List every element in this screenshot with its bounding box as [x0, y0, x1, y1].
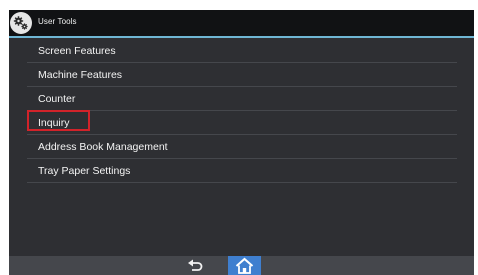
bottom-bar [9, 256, 474, 275]
menu-item-counter[interactable]: Counter [27, 87, 457, 111]
home-button[interactable] [228, 256, 261, 275]
home-icon [235, 257, 254, 274]
header-divider [9, 36, 474, 38]
menu-item-machine-features[interactable]: Machine Features [27, 63, 457, 87]
panel-screen: User Tools Screen Features Machine Featu… [9, 10, 474, 275]
menu-item-address-book-management[interactable]: Address Book Management [27, 135, 457, 159]
menu-item-tray-paper-settings[interactable]: Tray Paper Settings [27, 159, 457, 183]
menu-item-label: Machine Features [38, 68, 123, 81]
gear-icon [13, 16, 28, 30]
back-button[interactable] [183, 258, 207, 274]
menu-item-label: Tray Paper Settings [38, 164, 131, 177]
page-title: User Tools [38, 17, 77, 26]
menu-item-label: Counter [38, 92, 76, 105]
user-tools-menu: Screen Features Machine Features Counter… [27, 39, 457, 183]
menu-item-label: Address Book Management [38, 140, 168, 153]
menu-item-screen-features[interactable]: Screen Features [27, 39, 457, 63]
menu-item-label: Inquiry [38, 116, 70, 129]
back-arrow-icon [188, 259, 203, 271]
title-bar: User Tools [9, 10, 474, 36]
menu-item-label: Screen Features [38, 44, 116, 57]
user-tools-button[interactable] [10, 12, 32, 34]
menu-item-inquiry[interactable]: Inquiry [27, 110, 457, 135]
